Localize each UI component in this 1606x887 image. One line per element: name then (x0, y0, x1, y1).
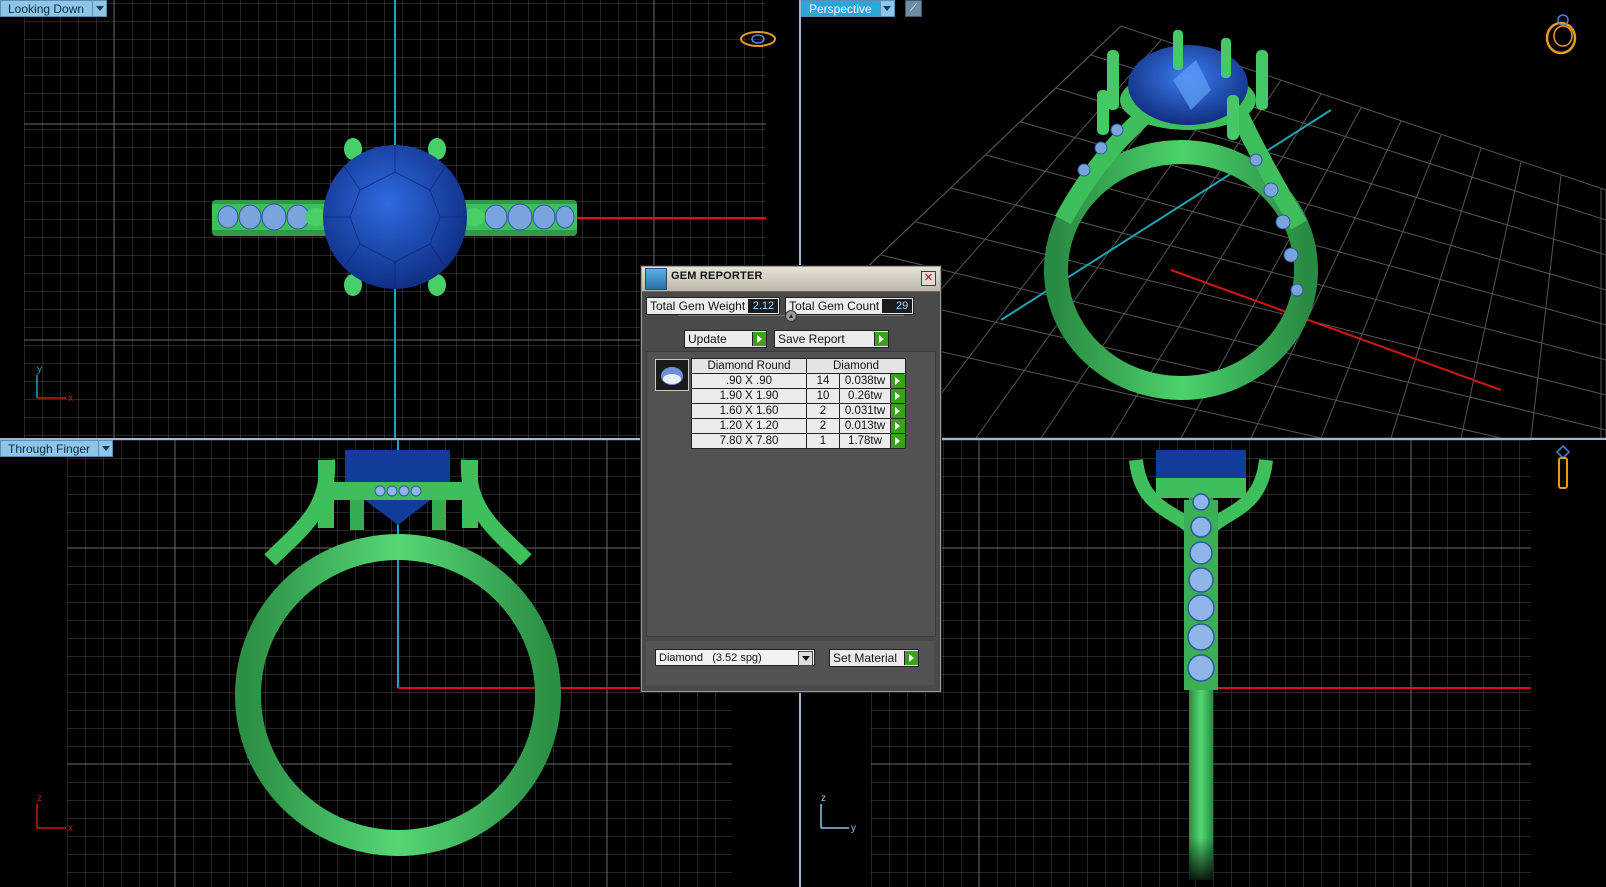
gem-weight: 1.78tw (839, 433, 891, 449)
viewport-title-bar: Perspective ⟋ (801, 0, 922, 17)
table-row[interactable]: 1.60 X 1.60 2 0.031tw (691, 403, 906, 419)
select-row-button[interactable] (890, 388, 906, 404)
gem-count: 14 (806, 373, 840, 389)
save-report-button[interactable]: Save Report (774, 330, 889, 348)
svg-text:x: x (68, 823, 73, 834)
dialog-title: GEM REPORTER (671, 270, 763, 282)
save-report-label: Save Report (778, 332, 845, 346)
play-arrow-icon (891, 419, 904, 433)
select-row-button[interactable] (890, 373, 906, 389)
viewport-menu-dropdown[interactable] (99, 440, 114, 457)
gem-count: 2 (806, 418, 840, 434)
viewport-label[interactable]: Through Finger (0, 440, 100, 457)
collapse-toggle-icon[interactable]: ▴ (785, 310, 797, 322)
set-material-button[interactable]: Set Material (829, 649, 920, 667)
ring-side-icon (1555, 444, 1571, 489)
svg-text:z: z (821, 793, 826, 804)
play-arrow-icon (891, 374, 904, 388)
chevron-down-icon (883, 6, 892, 11)
material-select-value: Diamond (3.52 spg) (659, 652, 762, 664)
gem-weight: 0.26tw (839, 388, 891, 404)
set-material-label: Set Material (833, 651, 898, 665)
material-bar: Diamond (3.52 spg) Set Material (646, 641, 934, 685)
select-row-button[interactable] (890, 403, 906, 419)
total-gem-count-value: 29 (882, 299, 913, 313)
viewport-label[interactable]: Perspective (801, 0, 881, 17)
select-row-button[interactable] (890, 418, 906, 434)
dropdown-arrow-icon[interactable] (798, 651, 813, 666)
gem-reporter-dialog: GEM REPORTER ✕ Total Gem Weight 2.12 Tot… (641, 266, 941, 692)
total-gem-weight-label: Total Gem Weight (650, 299, 746, 313)
select-row-button[interactable] (890, 433, 906, 449)
total-gem-count-field: Total Gem Count 29 (785, 297, 915, 315)
ring-top-icon (740, 31, 776, 47)
gem-size: 1.20 X 1.20 (691, 418, 807, 434)
gem-size: .90 X .90 (691, 373, 807, 389)
svg-text:z: z (37, 793, 42, 804)
close-icon[interactable]: ✕ (921, 271, 936, 286)
pin-tool-icon[interactable]: ⟋ (904, 0, 922, 17)
update-button[interactable]: Update (684, 330, 767, 348)
svg-text:x: x (68, 393, 73, 404)
play-arrow-icon[interactable] (904, 651, 919, 665)
table-header-row: Diamond Round Diamond (691, 358, 906, 374)
gem-reporter-app-icon (645, 268, 667, 290)
gem-weight: 0.038tw (839, 373, 891, 389)
gem-size: 1.60 X 1.60 (691, 403, 807, 419)
table-row[interactable]: 1.20 X 1.20 2 0.013tw (691, 418, 906, 434)
gem-count: 10 (806, 388, 840, 404)
gem-table-area: Diamond Round Diamond .90 X .90 14 0.038… (646, 351, 936, 637)
gem-weight: 0.013tw (839, 418, 891, 434)
viewport-title-bar: Looking Down (0, 0, 108, 17)
chevron-down-icon (95, 6, 104, 11)
play-arrow-icon (891, 404, 904, 418)
viewport-menu-dropdown[interactable] (880, 0, 895, 17)
dialog-title-bar[interactable]: GEM REPORTER ✕ (642, 267, 940, 292)
table-row[interactable]: .90 X .90 14 0.038tw (691, 373, 906, 389)
play-arrow-icon (891, 389, 904, 403)
chevron-down-icon (101, 446, 110, 451)
total-gem-weight-value: 2.12 (748, 299, 779, 313)
gem-thumb-icon[interactable] (655, 359, 689, 391)
play-arrow-icon[interactable] (873, 332, 888, 346)
column-header-shape: Diamond Round (691, 358, 807, 374)
column-header-material: Diamond (806, 358, 906, 374)
total-gem-count-label: Total Gem Count (789, 299, 880, 313)
play-arrow-icon[interactable] (751, 332, 766, 346)
gem-weight: 0.031tw (839, 403, 891, 419)
svg-text:y: y (37, 364, 42, 375)
update-button-label: Update (688, 332, 727, 346)
gem-count: 1 (806, 433, 840, 449)
gem-size: 7.80 X 7.80 (691, 433, 807, 449)
svg-text:y: y (851, 823, 856, 834)
viewport-title-bar: Through Finger (0, 440, 114, 457)
gem-table: Diamond Round Diamond .90 X .90 14 0.038… (691, 358, 906, 449)
table-row[interactable]: 7.80 X 7.80 1 1.78tw (691, 433, 906, 449)
viewport-label[interactable]: Looking Down (0, 0, 94, 17)
viewport-menu-dropdown[interactable] (93, 0, 108, 17)
material-select[interactable]: Diamond (3.52 spg) (655, 649, 815, 666)
table-row[interactable]: 1.90 X 1.90 10 0.26tw (691, 388, 906, 404)
total-gem-weight-field: Total Gem Weight 2.12 (646, 297, 781, 315)
gem-size: 1.90 X 1.90 (691, 388, 807, 404)
ring-perspective-icon (1545, 14, 1577, 55)
gem-count: 2 (806, 403, 840, 419)
play-arrow-icon (891, 434, 904, 448)
